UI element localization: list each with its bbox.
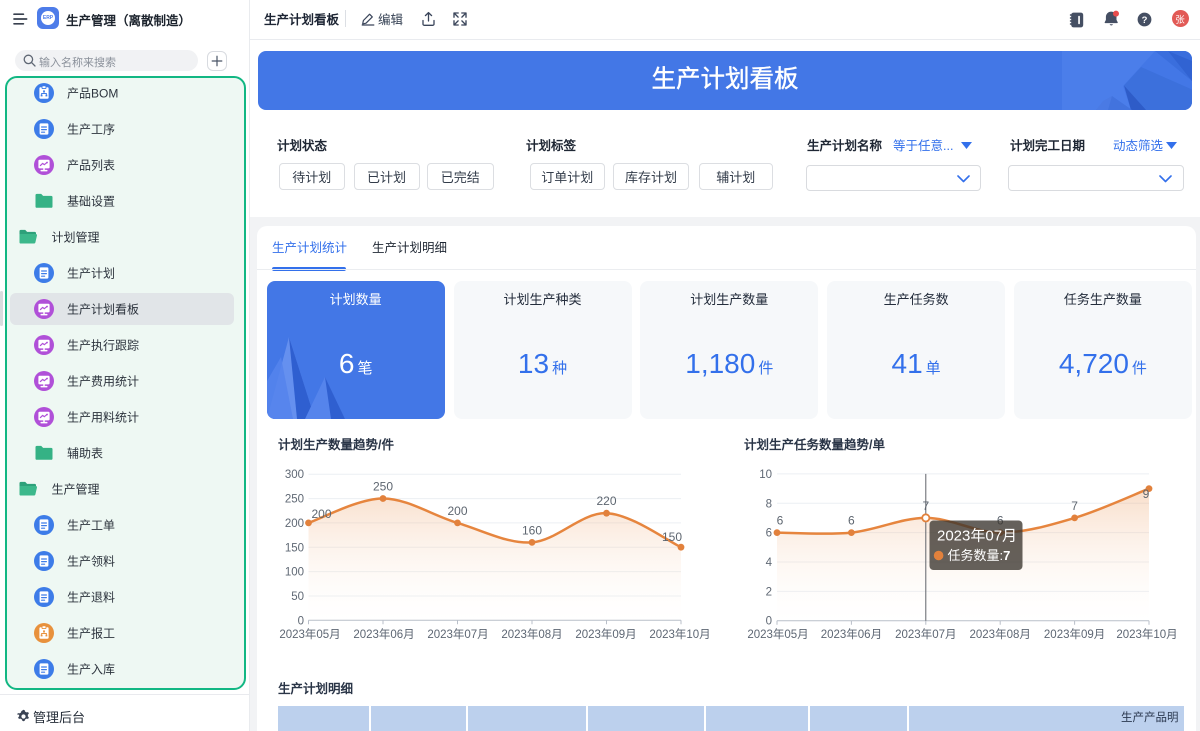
svg-text:2023年08月: 2023年08月 bbox=[970, 627, 1031, 641]
svg-text:2023年10月: 2023年10月 bbox=[649, 627, 710, 641]
svg-text:2023年05月: 2023年05月 bbox=[279, 627, 340, 641]
svg-text:200: 200 bbox=[312, 507, 332, 521]
svg-text:250: 250 bbox=[285, 494, 304, 506]
svg-text:0: 0 bbox=[766, 616, 772, 628]
svg-text:300: 300 bbox=[285, 469, 304, 481]
svg-text:200: 200 bbox=[285, 518, 304, 530]
svg-text:150: 150 bbox=[285, 542, 304, 554]
svg-text:2023年10月: 2023年10月 bbox=[1116, 627, 1177, 641]
svg-text:?: ? bbox=[1142, 15, 1148, 26]
svg-text:2023年07月: 2023年07月 bbox=[895, 627, 956, 641]
svg-text:0: 0 bbox=[298, 615, 304, 627]
svg-text:200: 200 bbox=[447, 504, 467, 518]
svg-text:7: 7 bbox=[1071, 499, 1078, 513]
svg-text:100: 100 bbox=[285, 567, 304, 579]
svg-text:9: 9 bbox=[1143, 487, 1150, 501]
svg-text:2: 2 bbox=[766, 586, 772, 598]
svg-text:50: 50 bbox=[291, 591, 304, 603]
svg-text:2023年09月: 2023年09月 bbox=[575, 627, 636, 641]
svg-text:160: 160 bbox=[522, 523, 542, 537]
svg-text:10: 10 bbox=[759, 469, 772, 481]
svg-text:2023年08月: 2023年08月 bbox=[501, 627, 562, 641]
svg-text:6: 6 bbox=[777, 513, 784, 527]
svg-text:2023年06月: 2023年06月 bbox=[821, 627, 882, 641]
svg-text:6: 6 bbox=[766, 528, 772, 540]
svg-text:6: 6 bbox=[848, 513, 855, 527]
svg-text:4: 4 bbox=[766, 557, 773, 569]
svg-text:220: 220 bbox=[596, 494, 616, 508]
svg-text:2023年06月: 2023年06月 bbox=[353, 627, 414, 641]
svg-text:任务数量:7: 任务数量:7 bbox=[948, 548, 1011, 563]
svg-text:8: 8 bbox=[766, 498, 772, 510]
svg-text:2023年09月: 2023年09月 bbox=[1044, 627, 1105, 641]
svg-text:7: 7 bbox=[922, 499, 929, 513]
svg-text:2023年05月: 2023年05月 bbox=[747, 627, 808, 641]
svg-text:2023年07月: 2023年07月 bbox=[427, 627, 488, 641]
svg-text:250: 250 bbox=[373, 480, 393, 494]
svg-text:150: 150 bbox=[662, 530, 682, 544]
svg-text:2023年07月: 2023年07月 bbox=[937, 528, 1017, 545]
